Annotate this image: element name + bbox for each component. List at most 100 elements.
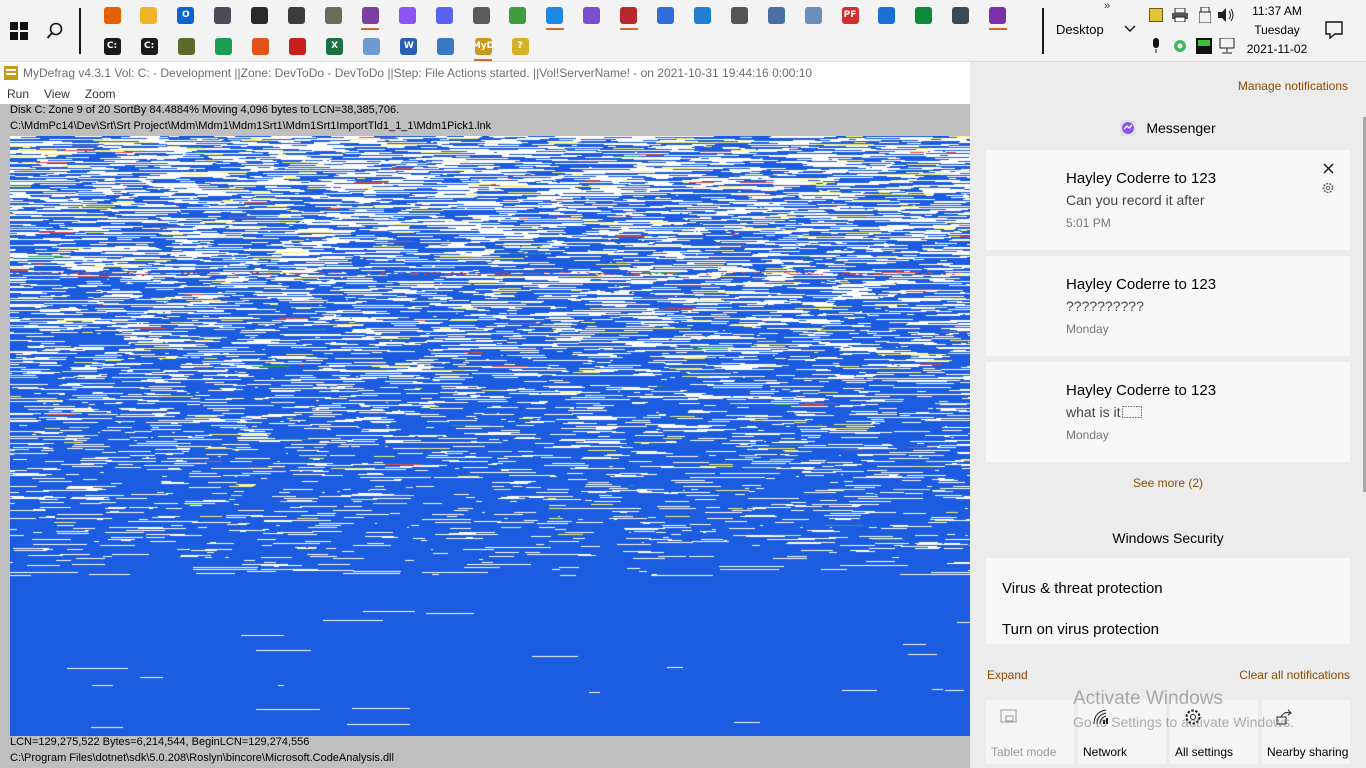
window-titlebar[interactable]: MyDefrag v4.3.1 Vol: C: - Development ||… [0,62,970,84]
tree-app-taskbar-button[interactable] [174,34,198,58]
mydefrag-taskbar-button[interactable]: MyD [471,34,495,61]
search-button[interactable] [40,16,70,46]
desktop-toolbar-label[interactable]: Desktop [1056,22,1104,37]
notification-card[interactable]: Hayley Coderre to 123 Can you record it … [986,150,1350,250]
network-tray-icon[interactable] [1218,37,1236,55]
scanner-taskbar-button[interactable] [285,3,309,27]
calculator-grid-taskbar-button[interactable] [690,3,714,27]
notepad-tray-icon[interactable] [1147,6,1165,24]
notification-time: Monday [1066,428,1109,442]
file-explorer-icon [140,6,158,24]
notification-card[interactable]: Hayley Coderre to 123 ?????????? Monday [986,256,1350,356]
scanner-icon [288,6,305,24]
remote-desktop-taskbar-button[interactable] [764,3,788,27]
chrome-taskbar-button[interactable] [211,34,235,58]
cmd-taskbar-button[interactable]: C: [100,34,124,58]
status-hover-file: C:\Program Files\dotnet\sdk\5.0.208\Rosl… [10,752,394,764]
notepad-icon [363,37,381,55]
photo-app-taskbar-button[interactable] [949,3,973,27]
notification-body: ?????????? [1066,298,1144,314]
office-taskbar-button[interactable] [248,34,272,58]
quick-action-tablet-mode[interactable]: Tablet mode [986,700,1074,764]
see-more-link[interactable]: See more (2) [986,476,1350,490]
menu-bar: Run View Zoom [0,84,970,104]
notification-card[interactable]: Hayley Coderre to 123 what is it Monday [986,362,1350,462]
notification-body: what is it [1066,404,1143,420]
vscode-taskbar-button[interactable] [543,3,567,30]
manage-notifications-link[interactable]: Manage notifications [1238,79,1348,93]
tree-app-icon [177,37,195,55]
pdf-reader-icon: PF [841,6,859,24]
usb-drive-icon[interactable] [1196,6,1214,24]
terminal-taskbar-button[interactable] [248,3,272,27]
visual-studio-taskbar-button[interactable] [580,3,604,27]
green-app-icon [915,6,933,24]
powershell-taskbar-button[interactable] [654,3,678,27]
gear-icon[interactable] [1320,180,1336,196]
discord-taskbar-button[interactable] [432,3,456,27]
chevron-down-icon[interactable] [1124,22,1136,36]
security-notification-card[interactable]: Virus & threat protection Turn on virus … [986,558,1350,644]
volume-icon[interactable] [1218,6,1236,24]
services-taskbar-button[interactable] [211,3,235,27]
git-tool-taskbar-button[interactable] [617,3,641,30]
monitor-app-taskbar-button[interactable] [801,3,825,27]
document-taskbar-button[interactable] [434,34,458,58]
firefox-taskbar-button[interactable] [100,3,124,27]
onenote-taskbar-button[interactable] [986,3,1010,30]
windows-logo-icon [10,22,28,40]
gimp-taskbar-button[interactable] [321,3,345,27]
nvidia-icon[interactable] [1195,37,1213,55]
messenger-group-header[interactable]: Messenger [986,116,1350,140]
file-explorer-taskbar-button[interactable] [137,3,161,27]
calculator-taskbar-button[interactable] [358,3,382,30]
vpn-shield-icon[interactable] [1171,37,1189,55]
toolbar-overflow-chevron-icon[interactable]: » [1104,0,1110,12]
microphone-icon[interactable] [1147,37,1165,55]
acrobat-taskbar-button[interactable] [286,34,310,58]
windows-security-group-header[interactable]: Windows Security [986,526,1350,550]
monitor-app-icon [804,6,822,24]
excel-taskbar-button[interactable]: X [323,34,347,58]
firefox-icon [103,6,121,24]
clock-day[interactable]: Tuesday [1242,23,1312,37]
menu-run[interactable]: Run [0,87,37,101]
clock-time[interactable]: 11:37 AM [1242,4,1312,18]
paint-taskbar-button[interactable] [506,3,530,27]
paint-icon [509,6,527,24]
security-notification-body: Turn on virus protection [1002,621,1160,638]
vscode-icon [546,6,564,24]
action-center-panel: Manage notifications Messenger Hayley Co… [970,62,1366,768]
cmd-admin-taskbar-button[interactable]: C: [137,34,161,58]
git-tool-icon [620,6,638,24]
green-app-taskbar-button[interactable] [912,3,936,27]
settings-app-taskbar-button[interactable] [727,3,751,27]
status-current-file: C:\MdmPc14\Dev\Srt\Srt Project\Mdm\Mdm1\… [10,120,492,132]
messenger-icon [1120,120,1137,136]
messenger-taskbar-button[interactable] [395,3,419,27]
help-taskbar-button[interactable]: ? [508,34,532,58]
menu-view[interactable]: View [37,87,78,101]
word-taskbar-button[interactable]: W [397,34,421,58]
visual-studio-icon [583,6,601,24]
menu-zoom[interactable]: Zoom [78,87,124,101]
quick-action-nearby-sharing[interactable]: Nearby sharing [1262,700,1350,764]
remote-desktop-icon [767,6,785,24]
todo-taskbar-button[interactable] [875,3,899,27]
clock-app-taskbar-button[interactable] [469,3,493,27]
pdf-reader-taskbar-button[interactable]: PF [838,3,862,27]
todo-icon [878,6,896,24]
quick-action-label: Tablet mode [991,745,1057,759]
action-center-button[interactable] [1322,18,1346,42]
clear-all-notifications-link[interactable]: Clear all notifications [1239,668,1350,682]
notepad-taskbar-button[interactable] [360,34,384,58]
printer-icon[interactable] [1171,6,1189,24]
security-notification-title: Virus & threat protection [1002,580,1163,597]
outlook-taskbar-button[interactable]: O [174,3,198,27]
start-button[interactable] [4,16,34,46]
disk-cluster-map[interactable] [10,136,970,736]
status-progress: Disk C: Zone 9 of 20 SortBy 84.4884% Mov… [10,104,400,116]
expand-quick-actions-link[interactable]: Expand [987,668,1028,682]
clock-date[interactable]: 2021-11-02 [1242,42,1312,56]
close-icon[interactable] [1320,160,1336,176]
